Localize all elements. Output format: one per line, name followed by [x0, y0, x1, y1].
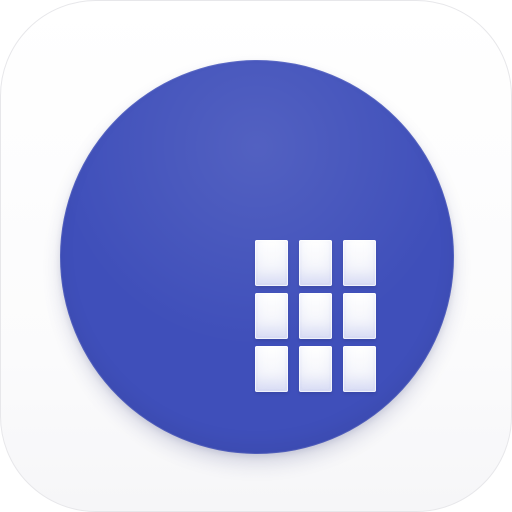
- grid-cell: [343, 293, 376, 339]
- grid-cell: [299, 293, 332, 339]
- icon-circle: [60, 60, 454, 454]
- grid-cell: [255, 240, 288, 286]
- grid-icon: [255, 240, 377, 392]
- grid-cell: [343, 346, 376, 392]
- grid-cell: [255, 346, 288, 392]
- grid-cell: [299, 346, 332, 392]
- app-icon-tile: [0, 0, 512, 512]
- grid-cell: [299, 240, 332, 286]
- grid-cell: [343, 240, 376, 286]
- grid-cell: [255, 293, 288, 339]
